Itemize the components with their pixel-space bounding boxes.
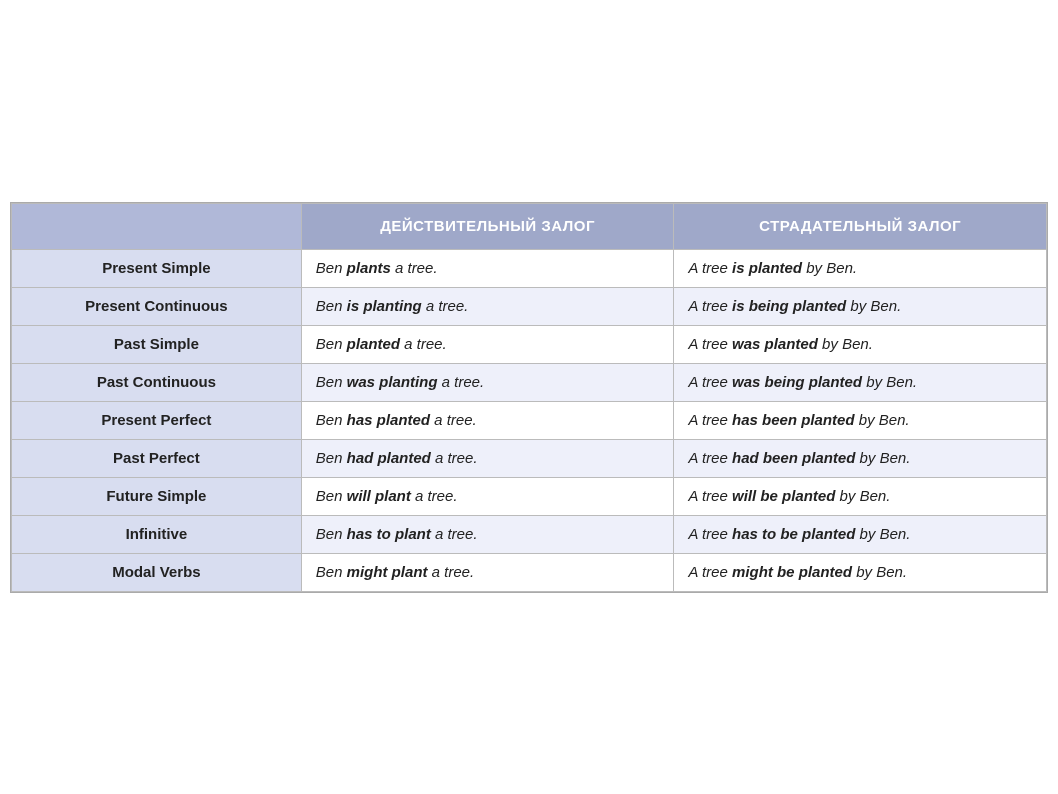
- tense-cell: Infinitive: [12, 515, 302, 553]
- active-cell: Ben plants a tree.: [301, 249, 674, 287]
- tense-cell: Past Perfect: [12, 439, 302, 477]
- bold-word: might be planted: [732, 564, 852, 581]
- tense-cell: Present Continuous: [12, 287, 302, 325]
- passive-cell: A tree is planted by Ben.: [674, 249, 1047, 287]
- passive-cell: A tree was planted by Ben.: [674, 325, 1047, 363]
- bold-word: was planting: [347, 374, 438, 391]
- tense-cell: Present Perfect: [12, 401, 302, 439]
- bold-word: will plant: [347, 488, 411, 505]
- active-cell: Ben might plant a tree.: [301, 553, 674, 591]
- active-cell: Ben had planted a tree.: [301, 439, 674, 477]
- bold-word: has to plant: [347, 526, 431, 543]
- header-tense: [12, 203, 302, 249]
- bold-word: is planting: [347, 298, 422, 315]
- passive-cell: A tree might be planted by Ben.: [674, 553, 1047, 591]
- tense-cell: Present Simple: [12, 249, 302, 287]
- bold-word: might plant: [347, 564, 428, 581]
- bold-word: will be planted: [732, 488, 835, 505]
- active-cell: Ben has to plant a tree.: [301, 515, 674, 553]
- active-cell: Ben planted a tree.: [301, 325, 674, 363]
- bold-word: is being planted: [732, 298, 846, 315]
- passive-cell: A tree will be planted by Ben.: [674, 477, 1047, 515]
- bold-word: has been planted: [732, 412, 855, 429]
- active-cell: Ben will plant a tree.: [301, 477, 674, 515]
- bold-word: was being planted: [732, 374, 862, 391]
- passive-cell: A tree is being planted by Ben.: [674, 287, 1047, 325]
- tense-cell: Future Simple: [12, 477, 302, 515]
- bold-word: had planted: [347, 450, 431, 467]
- header-passive: СТРАДАТЕЛЬНЫЙ ЗАЛОГ: [674, 203, 1047, 249]
- tense-cell: Past Continuous: [12, 363, 302, 401]
- bold-word: is planted: [732, 260, 802, 277]
- header-active: ДЕЙСТВИТЕЛЬНЫЙ ЗАЛОГ: [301, 203, 674, 249]
- active-cell: Ben is planting a tree.: [301, 287, 674, 325]
- tense-cell: Modal Verbs: [12, 553, 302, 591]
- passive-cell: A tree had been planted by Ben.: [674, 439, 1047, 477]
- bold-word: has to be planted: [732, 526, 855, 543]
- grammar-table: ДЕЙСТВИТЕЛЬНЫЙ ЗАЛОГ СТРАДАТЕЛЬНЫЙ ЗАЛОГ…: [10, 202, 1048, 593]
- passive-cell: A tree has to be planted by Ben.: [674, 515, 1047, 553]
- active-cell: Ben has planted a tree.: [301, 401, 674, 439]
- bold-word: had been planted: [732, 450, 855, 467]
- passive-cell: A tree was being planted by Ben.: [674, 363, 1047, 401]
- tense-cell: Past Simple: [12, 325, 302, 363]
- bold-word: was planted: [732, 336, 818, 353]
- bold-word: has planted: [347, 412, 430, 429]
- bold-word: plants: [347, 260, 391, 277]
- passive-cell: A tree has been planted by Ben.: [674, 401, 1047, 439]
- active-cell: Ben was planting a tree.: [301, 363, 674, 401]
- bold-word: planted: [347, 336, 400, 353]
